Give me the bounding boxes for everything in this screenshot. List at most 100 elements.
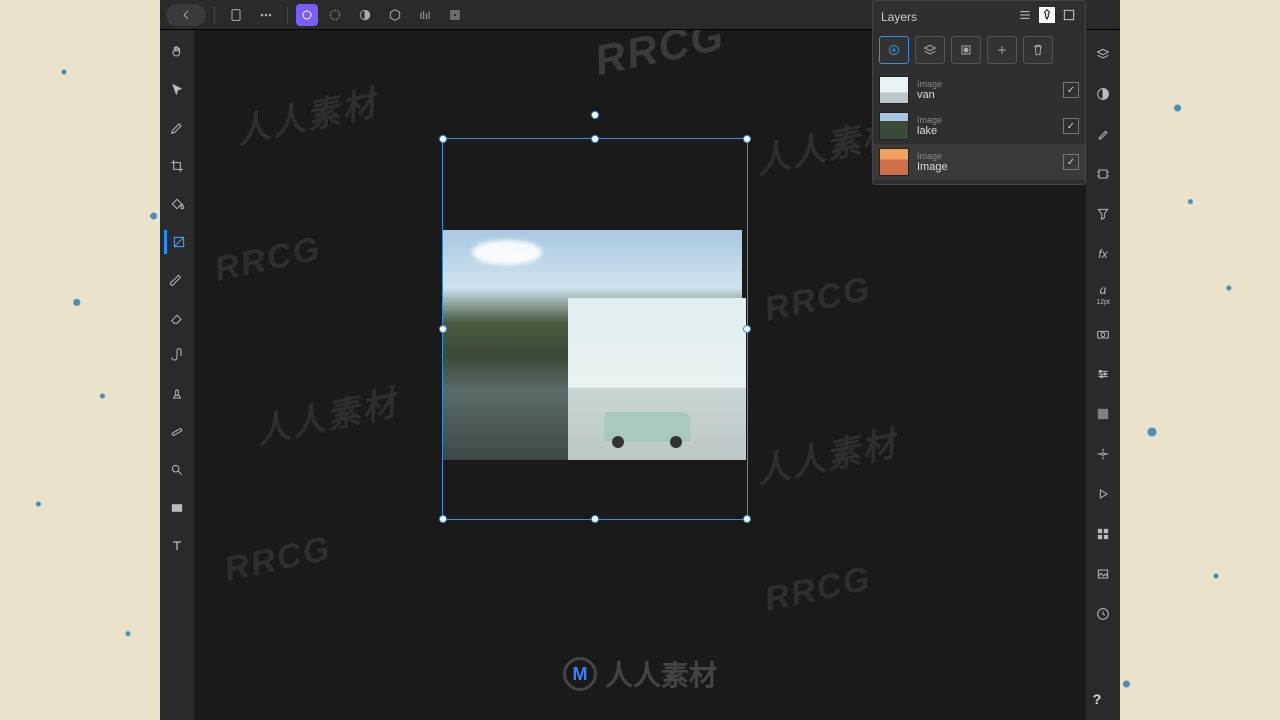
shape-tool[interactable] bbox=[165, 496, 189, 520]
bars-icon bbox=[417, 7, 433, 23]
watermark: 人人素材 bbox=[230, 76, 381, 154]
resize-handle-bl[interactable] bbox=[439, 515, 447, 523]
expand-icon bbox=[1061, 7, 1077, 23]
ellipsis-icon bbox=[258, 7, 274, 23]
gradient-tool[interactable] bbox=[164, 230, 188, 254]
smudge-tool[interactable] bbox=[165, 344, 189, 368]
develop-persona-button[interactable] bbox=[382, 4, 408, 26]
layer-visibility-toggle[interactable]: ✓ bbox=[1063, 154, 1079, 170]
layer-mask-button[interactable] bbox=[951, 36, 981, 64]
brand-watermark: M 人人素材 bbox=[563, 654, 717, 694]
layers-toolbar bbox=[873, 32, 1085, 72]
tone-persona-button[interactable] bbox=[352, 4, 378, 26]
hand-icon bbox=[169, 44, 185, 60]
layer-row-image[interactable]: Image Image ✓ bbox=[873, 144, 1085, 180]
selection-bounding-box[interactable] bbox=[442, 138, 748, 520]
watermark: RRCG bbox=[221, 529, 335, 590]
studio-navigator-button[interactable] bbox=[1091, 482, 1115, 506]
layers-list-view-button[interactable] bbox=[1017, 7, 1033, 26]
layer-row-van[interactable]: Image van ✓ bbox=[873, 72, 1085, 108]
right-tool-strip: fx a12pt bbox=[1086, 30, 1120, 720]
studio-crop-button[interactable] bbox=[1091, 162, 1115, 186]
fx-icon: fx bbox=[1098, 247, 1107, 261]
resize-handle-bm[interactable] bbox=[591, 515, 599, 523]
rotate-handle[interactable] bbox=[591, 111, 599, 119]
back-button[interactable] bbox=[166, 4, 206, 26]
layer-name: Image bbox=[917, 161, 1055, 173]
hand-tool[interactable] bbox=[165, 40, 189, 64]
export-persona-button[interactable] bbox=[412, 4, 438, 26]
crop-persona-button[interactable] bbox=[442, 4, 468, 26]
studio-channels-button[interactable] bbox=[1091, 202, 1115, 226]
layers-panel: Layers Image van ✓ Image bbox=[872, 0, 1086, 185]
text-a-icon: a bbox=[1100, 283, 1107, 299]
move-tool[interactable] bbox=[165, 78, 189, 102]
layers-expand-button[interactable] bbox=[1061, 7, 1077, 26]
watermark: 人人素材 bbox=[750, 416, 901, 494]
pen-icon bbox=[169, 120, 185, 136]
eraser-icon bbox=[169, 310, 185, 326]
layer-add-button[interactable] bbox=[987, 36, 1017, 64]
left-tool-strip bbox=[160, 30, 194, 720]
layer-name: lake bbox=[917, 125, 1055, 137]
dodge-icon bbox=[169, 462, 185, 478]
separator bbox=[287, 6, 288, 24]
more-menu-button[interactable] bbox=[253, 4, 279, 26]
layer-group-button[interactable] bbox=[915, 36, 945, 64]
resize-handle-mr[interactable] bbox=[743, 325, 751, 333]
studio-text-button[interactable]: a12pt bbox=[1091, 282, 1115, 306]
resize-handle-tm[interactable] bbox=[591, 135, 599, 143]
layer-visibility-toggle[interactable]: ✓ bbox=[1063, 82, 1079, 98]
watermark: RRCG bbox=[211, 229, 325, 290]
studio-assets-button[interactable] bbox=[1091, 562, 1115, 586]
camera-icon bbox=[1095, 326, 1111, 342]
studio-adjustments-button[interactable] bbox=[1091, 82, 1115, 106]
studio-brush-button[interactable] bbox=[1091, 122, 1115, 146]
layers-panel-header: Layers bbox=[873, 1, 1085, 32]
cube-icon bbox=[387, 7, 403, 23]
layer-visibility-toggle[interactable]: ✓ bbox=[1063, 118, 1079, 134]
studio-fx-button[interactable]: fx bbox=[1091, 242, 1115, 266]
layer-pixel-button[interactable] bbox=[879, 36, 909, 64]
studio-transform-button[interactable] bbox=[1091, 362, 1115, 386]
layer-row-lake[interactable]: Image lake ✓ bbox=[873, 108, 1085, 144]
list-icon bbox=[1017, 7, 1033, 23]
sliders-icon bbox=[1095, 366, 1111, 382]
brush-tool[interactable] bbox=[165, 268, 189, 292]
dodge-tool[interactable] bbox=[165, 458, 189, 482]
image-icon bbox=[1095, 566, 1111, 582]
help-button[interactable]: ? bbox=[1086, 688, 1108, 710]
layers-pin-button[interactable] bbox=[1039, 7, 1055, 26]
finger-icon bbox=[169, 348, 185, 364]
studio-stock-button[interactable] bbox=[1091, 322, 1115, 346]
layers-title: Layers bbox=[881, 10, 917, 24]
cursor-icon bbox=[169, 82, 185, 98]
resize-handle-tl[interactable] bbox=[439, 135, 447, 143]
text-tool[interactable] bbox=[165, 534, 189, 558]
studio-snapping-button[interactable] bbox=[1091, 442, 1115, 466]
bucket-icon bbox=[169, 196, 185, 212]
photo-persona-button[interactable] bbox=[296, 4, 318, 26]
studio-swatches-button[interactable] bbox=[1091, 402, 1115, 426]
layers-icon bbox=[1095, 46, 1111, 62]
studio-layers-button[interactable] bbox=[1091, 42, 1115, 66]
pen-tool[interactable] bbox=[165, 116, 189, 140]
bandage-icon bbox=[169, 424, 185, 440]
resize-handle-br[interactable] bbox=[743, 515, 751, 523]
crop-tool[interactable] bbox=[165, 154, 189, 178]
resize-handle-tr[interactable] bbox=[743, 135, 751, 143]
layer-thumbnail bbox=[879, 112, 909, 140]
tone-icon bbox=[357, 7, 373, 23]
studio-grid-button[interactable] bbox=[1091, 522, 1115, 546]
studio-history-button[interactable] bbox=[1091, 602, 1115, 626]
liquify-persona-button[interactable] bbox=[322, 4, 348, 26]
heal-tool[interactable] bbox=[165, 420, 189, 444]
document-menu-button[interactable] bbox=[223, 4, 249, 26]
layer-thumbnail bbox=[879, 76, 909, 104]
resize-handle-ml[interactable] bbox=[439, 325, 447, 333]
flood-tool[interactable] bbox=[165, 192, 189, 216]
layer-delete-button[interactable] bbox=[1023, 36, 1053, 64]
clone-tool[interactable] bbox=[165, 382, 189, 406]
circle-plus-icon bbox=[886, 42, 902, 58]
erase-tool[interactable] bbox=[165, 306, 189, 330]
